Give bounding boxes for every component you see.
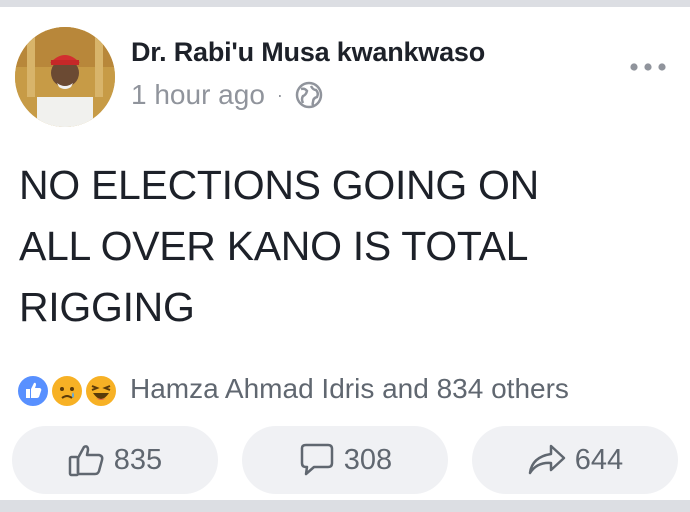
comment-button[interactable]: 308 [242,426,448,494]
meta-separator: · [276,84,283,105]
post-meta: 1 hour ago · [131,77,323,113]
thumbs-up-icon [68,445,104,477]
avatar-photo [15,27,115,127]
post-actions: 835 308 644 [12,426,680,496]
comment-count: 308 [343,443,393,476]
share-arrow-icon [528,444,566,475]
comment-bubble-icon [300,443,334,476]
post-timestamp[interactable]: 1 hour ago [131,79,265,111]
like-reaction-icon [16,374,50,408]
post-text: NO ELECTIONS GOING ON ALL OVER KANO IS T… [19,162,539,330]
more-options-icon[interactable] [628,57,668,77]
reactions-summary[interactable]: Hamza Ahmad Idris and 834 others [16,372,569,408]
share-button[interactable]: 644 [472,426,678,494]
post-card: Dr. Rabi'u Musa kwankwaso 1 hour ago · N… [0,7,690,500]
reactions-summary-text: Hamza Ahmad Idris and 834 others [130,373,569,404]
reaction-icons [16,372,124,408]
sad-reaction-icon [50,374,84,408]
like-count: 835 [113,443,163,476]
author-name[interactable]: Dr. Rabi'u Musa kwankwaso [131,37,485,68]
like-button[interactable]: 835 [12,426,218,494]
author-avatar[interactable] [15,27,115,127]
globe-icon[interactable] [295,81,323,109]
haha-reaction-icon [84,374,118,408]
share-count: 644 [574,443,624,476]
